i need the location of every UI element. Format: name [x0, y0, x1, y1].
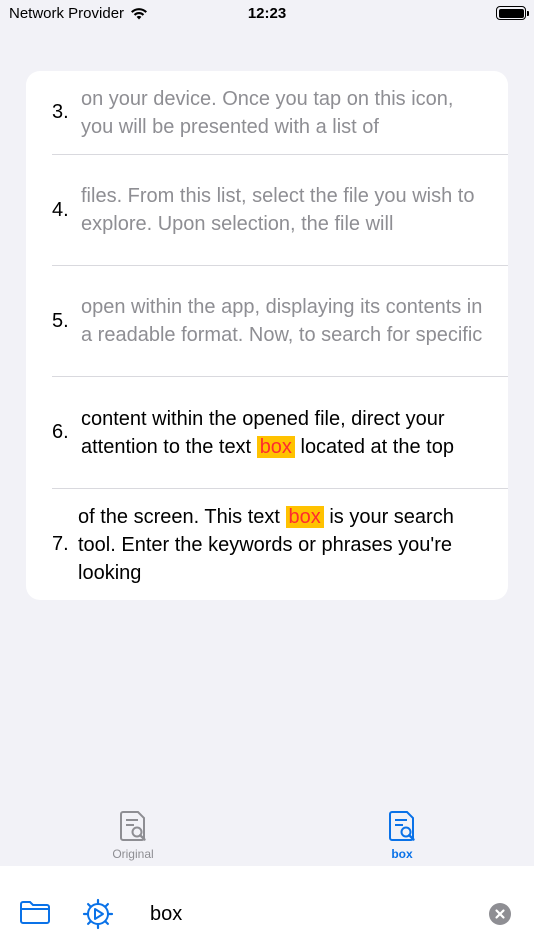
tab-bar: Original box	[0, 800, 534, 866]
result-row[interactable]: 4. files. From this list, select the fil…	[26, 155, 508, 265]
row-text: on your device. Once you tap on this ico…	[81, 87, 454, 138]
result-row[interactable]: 6. content within the opened file, direc…	[26, 377, 508, 488]
row-number: 6.	[52, 421, 69, 443]
result-row[interactable]: 3. on your device. Once you tap on this …	[26, 71, 508, 154]
result-row[interactable]: 5. open within the app, displaying its c…	[26, 266, 508, 376]
results-card: 3. on your device. Once you tap on this …	[26, 71, 508, 600]
open-file-button[interactable]	[19, 899, 51, 930]
document-search-icon	[120, 811, 146, 841]
row-text: files. From this list, select the file y…	[81, 185, 475, 235]
tab-search-results[interactable]: box	[342, 810, 462, 861]
match-highlight: box	[285, 505, 324, 528]
tab-label: Original	[112, 847, 154, 861]
row-text: content within the opened file, direct y…	[81, 405, 491, 461]
tab-label: box	[391, 847, 413, 861]
battery-level	[498, 8, 524, 18]
status-bar: Network Provider 12:23	[0, 0, 534, 28]
row-text-before: of the screen. This text	[78, 505, 286, 528]
clear-icon	[495, 909, 505, 919]
row-text-after: located at the top	[294, 435, 454, 458]
folder-icon	[20, 901, 50, 924]
bottom-search-bar: box	[0, 866, 534, 950]
settings-button[interactable]	[82, 898, 114, 935]
clear-search-button[interactable]	[489, 903, 511, 925]
status-time: 12:23	[247, 5, 287, 22]
row-number: 7.	[52, 533, 69, 555]
gear-play-icon	[82, 898, 114, 930]
row-number: 5.	[52, 309, 69, 332]
result-row[interactable]: 7. of the screen. This text box is your …	[26, 489, 508, 600]
match-highlight: box	[256, 435, 295, 458]
battery-icon	[496, 6, 529, 20]
tab-original[interactable]: Original	[73, 810, 193, 861]
document-search-icon	[389, 811, 415, 841]
row-number: 4.	[52, 198, 69, 221]
row-text: open within the app, displaying its cont…	[81, 296, 483, 346]
row-text: of the screen. This text box is your sea…	[78, 503, 488, 587]
row-number: 3.	[52, 101, 69, 123]
search-input[interactable]: box	[150, 903, 182, 926]
